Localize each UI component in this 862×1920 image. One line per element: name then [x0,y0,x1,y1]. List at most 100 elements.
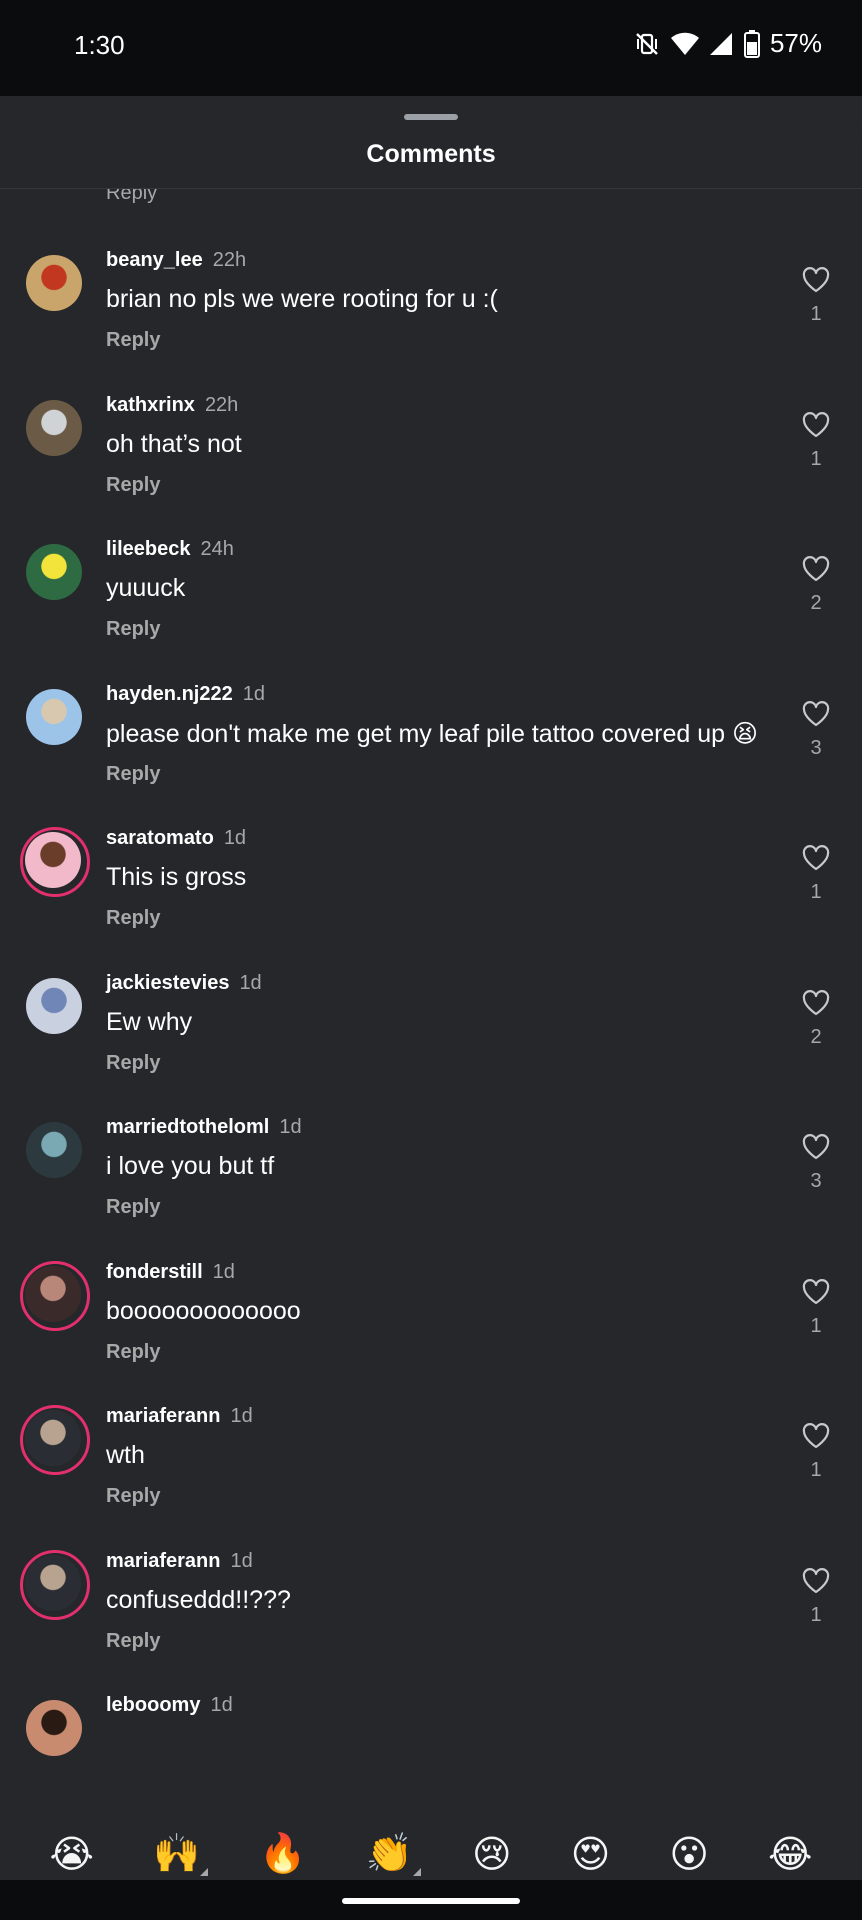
reply-button[interactable]: Reply [106,907,160,930]
username-text[interactable]: hayden.nj222 [106,683,233,705]
comment-text: wth [106,1441,145,1469]
like-count: 3 [810,736,822,759]
reply-button[interactable]: Reply [106,1341,160,1364]
username-text[interactable]: lileebeck [106,538,191,560]
crying-face-emoji[interactable]: 😢 [472,1832,512,1877]
avatar[interactable] [26,1700,82,1756]
heart-icon[interactable] [802,989,830,1016]
sheet-drag-handle[interactable] [404,114,458,120]
username-text[interactable]: saratomato [106,827,214,849]
reply-button[interactable]: Reply [106,474,160,497]
comment-time: 1d [279,1116,302,1138]
username-text[interactable]: mariaferann [106,1550,221,1572]
reply-button[interactable]: Reply [106,1485,160,1508]
like-control[interactable]: 1 [800,1423,832,1482]
avatar[interactable] [18,825,92,899]
like-control[interactable]: 3 [800,1134,832,1193]
emoji-glyph[interactable]: 😮 [669,1834,709,1876]
open-mouth-emoji[interactable]: 😮 [669,1832,709,1877]
emoji-glyph[interactable]: 😭 [50,1834,94,1876]
username-text[interactable]: marriedtotheloml [106,1116,269,1138]
heart-icon[interactable] [802,1423,830,1449]
reply-button[interactable]: Reply [106,189,157,205]
avatar[interactable] [26,977,82,1034]
emoji-glyph[interactable]: 🙌 [153,1833,200,1875]
avatar-image [25,1265,81,1322]
comment-row: fonderstill 1d booooooooooooo Reply 1 [0,1255,862,1399]
heart-icon[interactable] [802,411,830,438]
heart-eyes-emoji[interactable]: 😍 [571,1832,611,1877]
like-control[interactable]: 2 [800,989,832,1049]
sheet-title: Comments [366,140,496,168]
like-control[interactable]: 1 [800,845,832,904]
reply-button[interactable]: Reply [106,1196,160,1219]
like-control[interactable]: 2 [800,556,832,615]
emoji-glyph[interactable]: 😍 [571,1834,611,1876]
like-control[interactable]: 1 [800,267,832,326]
like-control[interactable]: 1 [800,411,832,471]
comment-username[interactable]: saratomato 1d [106,827,246,850]
home-gesture-handle[interactable] [342,1898,520,1904]
emoji-glyph[interactable]: 😂 [768,1834,812,1876]
reply-button[interactable]: Reply [106,329,160,352]
like-count: 1 [810,447,822,470]
avatar[interactable] [26,399,82,456]
avatar[interactable] [18,1258,92,1333]
like-control[interactable]: 3 [800,700,832,760]
username-text[interactable]: jackiestevies [106,972,229,994]
username-text[interactable]: fonderstill [106,1261,203,1283]
comment-username[interactable]: jackiestevies 1d [106,972,262,995]
comment-list[interactable]: Reply beany_lee 22h brian no pls we were r… [0,189,862,1814]
heart-icon[interactable] [802,1134,830,1160]
comment-username[interactable]: lileebeck 24h [106,538,234,561]
username-text[interactable]: mariaferann [106,1405,221,1427]
comment-username[interactable]: lebooomy 1d [106,1694,233,1717]
like-count: 1 [810,1314,822,1337]
fire-emoji[interactable]: 🔥 [259,1832,306,1876]
status-time: 1:30 [74,30,125,60]
comment-text: please don't make me get my leaf pile ta… [106,719,759,748]
heart-icon[interactable] [802,556,830,582]
emoji-glyph[interactable]: 😢 [472,1834,512,1876]
clapping-hands-emoji[interactable]: 👏 [366,1832,421,1876]
signal-icon [709,32,732,55]
comment-username[interactable]: mariaferann 1d [106,1405,253,1428]
emoji-glyph[interactable]: 🔥 [259,1833,306,1875]
avatar[interactable] [18,1547,92,1622]
comment-username[interactable]: beany_lee 22h [106,249,246,272]
loudly-crying-emoji[interactable]: 😭 [50,1832,94,1877]
tears-of-joy-emoji[interactable]: 😂 [768,1832,812,1877]
reply-button[interactable]: Reply [106,1052,160,1075]
comment-username[interactable]: fonderstill 1d [106,1261,235,1284]
username-text[interactable]: beany_lee [106,249,203,271]
username-text[interactable]: lebooomy [106,1694,200,1716]
heart-icon[interactable] [802,845,830,871]
heart-icon[interactable] [802,1567,830,1594]
avatar[interactable] [26,255,82,311]
comment-username[interactable]: mariaferann 1d [106,1550,253,1573]
reply-button[interactable]: Reply [106,763,160,786]
comment-row: beany_lee 22h brian no pls we were rooting… [0,243,862,387]
comment-username[interactable]: kathxrinx 22h [106,394,238,417]
avatar[interactable] [26,688,82,745]
comment-username[interactable]: hayden.nj222 1d [106,683,265,706]
heart-icon[interactable] [802,267,830,293]
comment-text: This is gross [106,863,247,891]
status-bar: 1:30 57% [0,0,862,96]
comment-username[interactable]: marriedtotheloml 1d [106,1116,302,1139]
like-control[interactable]: 1 [800,1567,832,1627]
username-text[interactable]: kathxrinx [106,394,195,416]
heart-icon[interactable] [802,700,830,727]
raising-hands-emoji[interactable]: 🙌 [153,1832,209,1876]
avatar[interactable] [18,1403,92,1477]
like-control[interactable]: 1 [800,1278,832,1338]
avatar[interactable] [26,1122,82,1178]
heart-icon[interactable] [802,1278,830,1305]
emoji-glyph[interactable]: 👏 [366,1833,413,1875]
comment-time: 1d [223,827,247,849]
avatar[interactable] [26,544,82,600]
reply-button[interactable]: Reply [106,618,160,641]
reply-button[interactable]: Reply [106,1630,160,1653]
system-nav-bar [0,1880,862,1920]
comment-time: 1d [242,682,265,705]
